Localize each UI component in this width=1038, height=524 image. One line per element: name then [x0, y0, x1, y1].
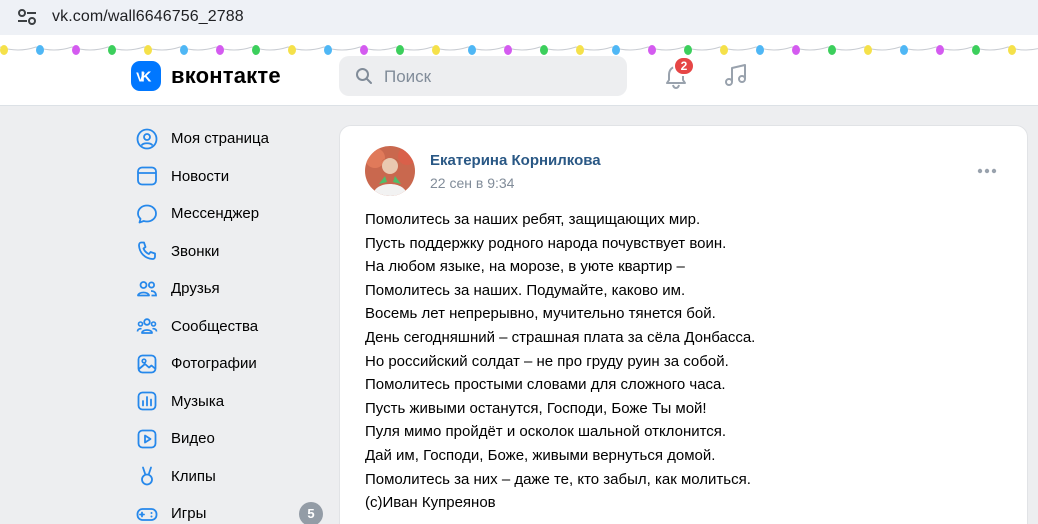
garland-bulb — [864, 45, 872, 55]
garland-bulb — [468, 45, 476, 55]
sidebar-item-label: Музыка — [171, 392, 225, 410]
garland-bulb — [828, 45, 836, 55]
post-line: Помолитесь за наших ребят, защищающих ми… — [365, 211, 701, 228]
games-icon — [136, 507, 158, 521]
photos-icon — [137, 354, 157, 374]
message-icon — [137, 204, 157, 224]
search-placeholder: Поиск — [384, 67, 432, 86]
tune-icon[interactable] — [16, 8, 38, 26]
post-line: Восемь лет непрерывно, мучительно тянетс… — [365, 305, 716, 323]
friends-icon — [137, 280, 157, 297]
newsfeed-icon — [137, 166, 157, 186]
garland-bulb — [396, 45, 404, 55]
post-line: (с)Иван Купреянов — [365, 494, 496, 512]
garland-bulb — [72, 45, 80, 55]
author-avatar[interactable] — [365, 146, 415, 196]
garland-bulb — [360, 45, 368, 55]
search-input[interactable]: Поиск — [339, 56, 627, 96]
sidebar-item-games[interactable]: Игры 5 — [130, 495, 330, 524]
communities-icon — [136, 318, 158, 335]
sidebar-item-label: Клипы — [171, 467, 216, 485]
left-sidebar: Моя страница Новости Мессенджер Звонки Д… — [130, 120, 330, 524]
sidebar-item-label: Видео — [171, 430, 215, 448]
garland-bulb — [612, 45, 620, 55]
garland-bulb — [792, 45, 800, 55]
garland-bulb — [504, 45, 512, 55]
sidebar-item-label: Фотографии — [171, 355, 257, 373]
garland-bulb — [144, 45, 152, 55]
sidebar-item-label: Моя страница — [171, 130, 269, 148]
post-line: Помолитесь простыми словами для сложного… — [365, 376, 726, 394]
garland-bulb — [288, 45, 296, 55]
garland-bulb — [108, 45, 116, 55]
music-icon[interactable] — [722, 62, 750, 90]
logo-text: вконтакте — [171, 63, 281, 88]
more-icon[interactable] — [976, 162, 998, 180]
games-count-badge: 5 — [299, 502, 323, 524]
sidebar-item-label: Звонки — [171, 242, 220, 260]
garland-bulb — [972, 45, 980, 55]
garland-bulb — [1008, 45, 1016, 55]
notifications-badge: 2 — [673, 56, 695, 76]
post-line: Но российский солдат – не про груду руин… — [365, 352, 729, 370]
garland-bulb — [936, 45, 944, 55]
garland-bulb — [36, 45, 44, 55]
garland-wire — [0, 46, 1038, 51]
post-text: Помолитесь за наших ребят, защищающих ми… — [365, 208, 1005, 515]
vk-logo-icon: K V — [131, 61, 161, 91]
garland-bulb — [432, 45, 440, 55]
post-line: На любом языке, на морозе, в уюте кварти… — [365, 258, 685, 276]
post-line: Пусть живыми останутся, Господи, Боже Ты… — [365, 399, 707, 417]
sidebar-item-label: Друзья — [171, 280, 220, 298]
garland-bulb — [540, 45, 548, 55]
sidebar-item-label: Сообщества — [171, 317, 259, 335]
vk-logo[interactable]: K V вконтакте — [131, 61, 281, 91]
post-author[interactable]: Екатерина Корнилкова — [430, 152, 601, 169]
post-date[interactable]: 22 сен в 9:34 — [430, 175, 514, 191]
sidebar-item-messenger[interactable]: Мессенджер — [130, 195, 330, 233]
post-line: Пусть поддержку родного народа почувству… — [365, 234, 727, 252]
post-line: Дай им, Господи, Боже, живыми вернуться … — [365, 446, 716, 464]
wall-post: Екатерина Корнилкова 22 сен в 9:34 Помол… — [339, 125, 1028, 524]
garland-bulb — [324, 45, 332, 55]
garland-bulb — [756, 45, 764, 55]
phone-icon — [138, 241, 156, 261]
garland-bulb — [648, 45, 656, 55]
clips-icon — [141, 466, 153, 486]
sidebar-item-clips[interactable]: Клипы — [130, 458, 330, 496]
sidebar-item-news[interactable]: Новости — [130, 158, 330, 196]
sidebar-item-my-page[interactable]: Моя страница — [130, 120, 330, 158]
garland-bulb — [684, 45, 692, 55]
sidebar-item-label: Мессенджер — [171, 205, 260, 223]
search-icon — [356, 68, 372, 84]
post-line: Помолитесь за наших. Подумайте, каково и… — [365, 281, 686, 299]
svg-text:V: V — [136, 70, 145, 85]
top-header: K V вконтакте Поиск 2 — [0, 37, 1038, 106]
post-line: День сегодняшний – страшная плата за сёл… — [365, 328, 756, 346]
avatar-image — [365, 146, 415, 196]
sidebar-item-friends[interactable]: Друзья — [130, 270, 330, 308]
garland-bulb — [180, 45, 188, 55]
post-line: Пуля мимо пройдёт и осколок шальной откл… — [365, 423, 727, 441]
sidebar-item-calls[interactable]: Звонки — [130, 233, 330, 271]
post-line: Помолитесь за них – даже те, кто забыл, … — [365, 470, 751, 488]
music-icon — [137, 391, 157, 411]
url-field[interactable]: vk.com/wall6646756_2788 — [0, 0, 1038, 35]
sidebar-item-communities[interactable]: Сообщества — [130, 308, 330, 346]
video-icon — [137, 429, 157, 449]
garland-bulb — [252, 45, 260, 55]
user-circle-icon — [136, 128, 158, 150]
sidebar-item-photos[interactable]: Фотографии — [130, 345, 330, 383]
browser-address-bar: vk.com/wall6646756_2788 — [0, 0, 1038, 37]
sidebar-item-music[interactable]: Музыка — [130, 383, 330, 421]
garland-bulb — [0, 45, 8, 55]
url-text[interactable]: vk.com/wall6646756_2788 — [52, 8, 244, 26]
sidebar-item-label: Игры — [171, 505, 207, 523]
sidebar-item-video[interactable]: Видео — [130, 420, 330, 458]
sidebar-item-label: Новости — [171, 167, 230, 185]
garland-bulb — [576, 45, 584, 55]
garland-bulb — [900, 45, 908, 55]
garland-bulb — [216, 45, 224, 55]
garland-bulb — [720, 45, 728, 55]
